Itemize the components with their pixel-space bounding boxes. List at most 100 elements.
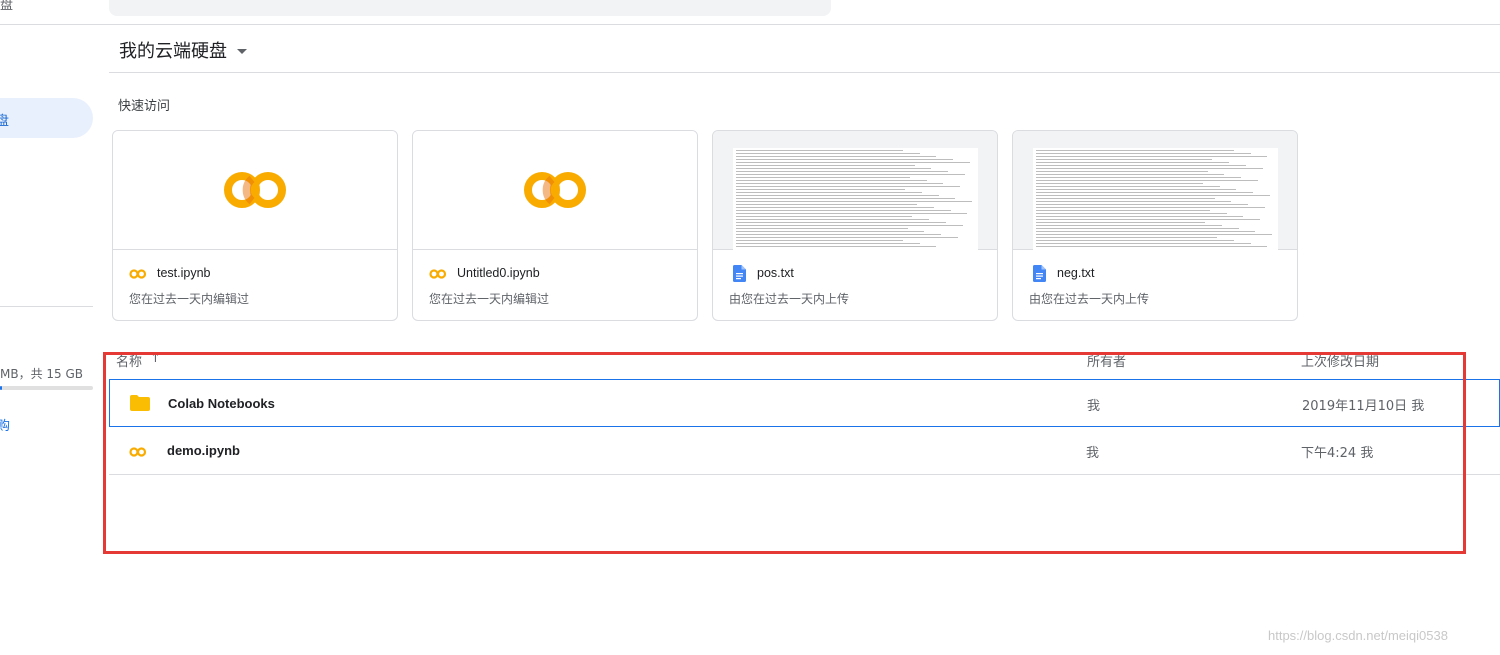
preview-text-line <box>1035 222 1206 223</box>
preview-text-line <box>1035 231 1256 232</box>
preview-text-line <box>735 162 970 163</box>
preview-text-line <box>735 231 925 232</box>
preview-text-line <box>1035 243 1251 244</box>
preview-text-line <box>1035 207 1265 208</box>
preview-text-line <box>1035 240 1234 241</box>
topbar-divider <box>0 24 1500 25</box>
preview-text-line <box>735 228 908 229</box>
preview-text-line <box>1035 180 1258 181</box>
preview-text-line <box>735 168 932 169</box>
preview-text-line <box>1035 192 1253 193</box>
preview-text-line <box>1035 171 1208 172</box>
column-header-owner[interactable]: 所有者 <box>1087 351 1126 370</box>
file-name: Colab Notebooks <box>168 396 275 411</box>
card-file-name: pos.txt <box>757 266 794 280</box>
column-header-name[interactable]: 名称 ↑ <box>116 351 161 370</box>
preview-text-line <box>735 174 965 175</box>
preview-text-line <box>1035 165 1246 166</box>
preview-text-line <box>735 171 949 172</box>
preview-text-line <box>735 204 918 205</box>
preview-text-line <box>1035 168 1263 169</box>
preview-text-line <box>735 198 956 199</box>
preview-text-line <box>1035 159 1213 160</box>
card-file-name: test.ipynb <box>157 266 211 280</box>
colab-logo-icon <box>224 172 286 208</box>
folder-icon <box>130 395 150 411</box>
card-activity-text: 由您在过去一天内上传 <box>729 292 850 306</box>
preview-text-line <box>735 222 946 223</box>
my-drive-dropdown[interactable]: 我的云端硬盘 <box>119 37 247 63</box>
preview-text-line <box>735 216 913 217</box>
sort-arrow-up-icon[interactable]: ↑ <box>150 351 161 370</box>
preview-text-line <box>1035 153 1251 154</box>
sidebar-divider <box>0 306 93 307</box>
preview-text-line <box>735 225 963 226</box>
preview-text-line <box>735 240 903 241</box>
preview-text-line <box>735 234 942 235</box>
preview-text-line <box>735 159 953 160</box>
preview-text-line <box>735 237 958 238</box>
sidebar-top-label-clipped: 盘 <box>0 0 14 13</box>
storage-usage-fill <box>0 386 2 390</box>
file-owner: 我 <box>1087 399 1101 414</box>
preview-text-line <box>1035 201 1232 202</box>
file-row-colab-notebooks[interactable]: Colab Notebooks 我 2019年11月10日 我 <box>109 379 1500 427</box>
caret-down-icon <box>237 48 247 54</box>
file-modified: 2019年11月10日 我 <box>1302 399 1425 414</box>
column-header-modified[interactable]: 上次修改日期 <box>1301 351 1379 370</box>
card-thumbnail <box>113 131 397 250</box>
preview-text-line <box>735 201 973 202</box>
preview-text-line <box>735 243 920 244</box>
buy-storage-link[interactable]: 购 <box>0 415 10 434</box>
preview-text-line <box>1035 246 1268 247</box>
google-docs-icon <box>733 265 746 282</box>
quick-access-title: 快速访问 <box>118 99 171 114</box>
preview-text-line <box>1035 186 1220 187</box>
document-preview <box>1032 148 1278 250</box>
google-docs-icon <box>1033 265 1046 282</box>
preview-text-line <box>735 153 920 154</box>
preview-text-line <box>1035 210 1210 211</box>
sidebar-item-my-drive[interactable] <box>0 98 93 138</box>
preview-text-line <box>1035 219 1261 220</box>
colab-logo-icon <box>129 269 147 279</box>
preview-text-line <box>735 210 951 211</box>
card-thumbnail <box>713 131 997 250</box>
search-bar[interactable] <box>109 0 831 16</box>
quick-access-card-test[interactable]: test.ipynb 您在过去一天内编辑过 <box>112 130 398 321</box>
preview-text-line <box>735 207 934 208</box>
card-file-name: neg.txt <box>1057 266 1095 280</box>
header-divider <box>109 72 1500 73</box>
preview-text-line <box>1035 177 1242 178</box>
file-row-demo-ipynb[interactable]: demo.ipynb 我 下午4:24 我 <box>109 427 1500 475</box>
quick-access-card-pos[interactable]: pos.txt 由您在过去一天内上传 <box>712 130 998 321</box>
quick-access-card-neg[interactable]: neg.txt 由您在过去一天内上传 <box>1012 130 1298 321</box>
preview-text-line <box>1035 216 1244 217</box>
page-title: 我的云端硬盘 <box>119 41 227 62</box>
file-name: demo.ipynb <box>167 443 240 458</box>
preview-text-line <box>735 156 937 157</box>
storage-usage-bar <box>0 386 93 390</box>
preview-text-line <box>735 186 961 187</box>
card-activity-text: 由您在过去一天内上传 <box>1029 292 1150 306</box>
preview-text-line <box>1035 198 1215 199</box>
sidebar-item-my-drive-label: 盘 <box>0 114 10 129</box>
preview-text-line <box>1035 150 1234 151</box>
preview-text-line <box>1035 174 1225 175</box>
preview-text-line <box>735 165 915 166</box>
row-divider <box>109 474 1500 475</box>
file-owner: 我 <box>1086 446 1100 461</box>
preview-text-line <box>735 150 903 151</box>
preview-text-line <box>1035 228 1239 229</box>
colab-logo-icon <box>524 172 586 208</box>
preview-text-line <box>735 180 927 181</box>
card-activity-text: 您在过去一天内编辑过 <box>129 292 250 306</box>
preview-text-line <box>735 192 922 193</box>
preview-text-line <box>735 189 906 190</box>
preview-text-line <box>1035 234 1273 235</box>
preview-text-line <box>1035 195 1270 196</box>
quick-access-card-untitled0[interactable]: Untitled0.ipynb 您在过去一天内编辑过 <box>412 130 698 321</box>
colab-logo-icon <box>429 269 447 279</box>
preview-text-line <box>735 177 910 178</box>
preview-text-line <box>1035 225 1222 226</box>
